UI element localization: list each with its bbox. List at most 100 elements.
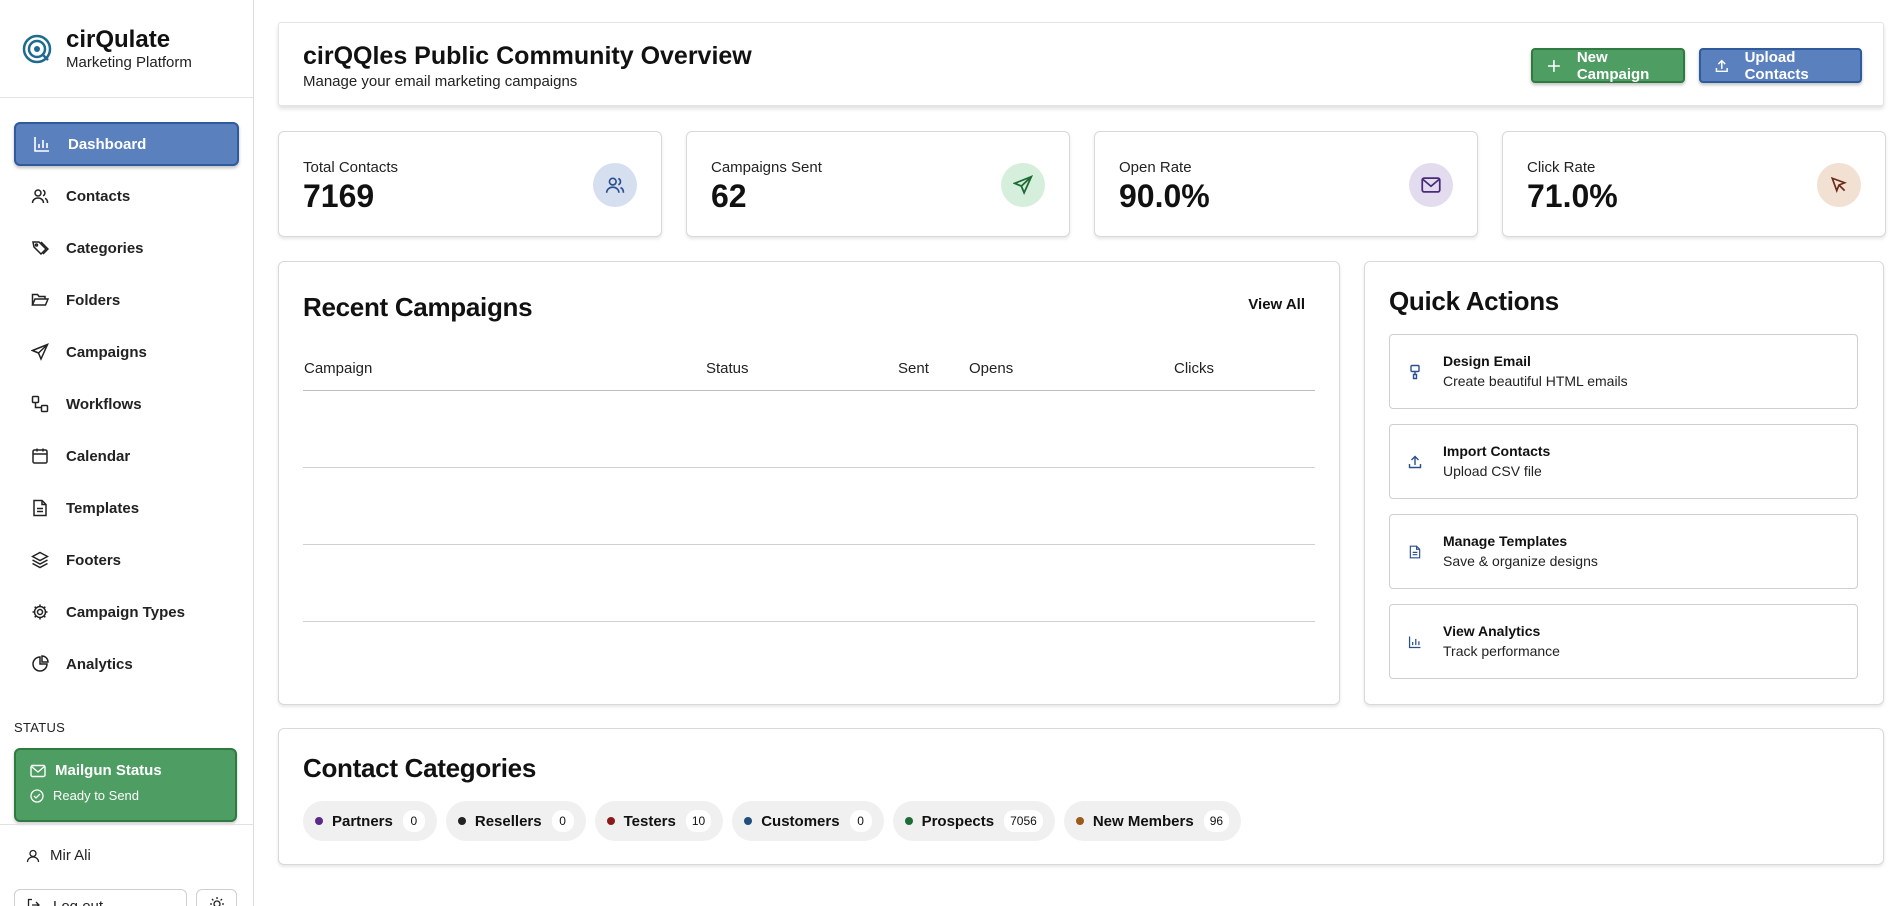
new-campaign-label: New Campaign [1576, 48, 1650, 83]
logout-button[interactable]: Log out [14, 889, 187, 906]
category-dot [1075, 817, 1084, 825]
category-chip-prospects[interactable]: Prospects 7056 [892, 801, 1055, 841]
contact-categories-panel: Contact Categories Partners 0 Resellers … [278, 728, 1884, 865]
contact-categories-title: Contact Categories [303, 753, 536, 783]
category-dot [904, 817, 913, 825]
users-icon [30, 186, 50, 206]
stat-value: 7169 [303, 178, 375, 214]
category-chip-testers[interactable]: Testers 10 [594, 801, 724, 841]
status-title: Mailgun Status [55, 762, 162, 779]
stat-value: 62 [711, 178, 747, 214]
action-title: Design Email [1443, 353, 1531, 369]
logout-icon [27, 898, 40, 906]
category-chip-resellers[interactable]: Resellers 0 [445, 801, 586, 841]
app-root: cirQulate Marketing Platform Dashboard C… [0, 0, 1902, 906]
stat-value: 71.0% [1527, 178, 1618, 214]
column-header-sent[interactable]: Sent [898, 360, 929, 377]
sidebar-nav: Dashboard Contacts Categories Folders Ca… [0, 98, 253, 686]
category-dot [457, 817, 466, 825]
table-row [303, 544, 1315, 545]
brand-name: cirQulate [66, 25, 171, 53]
bar-chart-icon [1406, 633, 1424, 651]
sidebar-item-label: Analytics [66, 655, 133, 673]
category-count: 0 [551, 810, 574, 832]
mail-icon [1409, 163, 1453, 207]
sidebar-item-label: Footers [66, 551, 122, 569]
sidebar: cirQulate Marketing Platform Dashboard C… [0, 0, 254, 906]
action-title: Manage Templates [1443, 533, 1568, 549]
folder-open-icon [30, 290, 50, 310]
sidebar-item-campaigns[interactable]: Campaigns [14, 330, 239, 374]
manage-templates-action[interactable]: Manage Templates Save & organize designs [1389, 514, 1858, 589]
upload-icon [1715, 59, 1728, 72]
bar-chart-icon [32, 134, 52, 154]
check-circle-icon [30, 788, 44, 803]
sidebar-item-analytics[interactable]: Analytics [14, 642, 239, 686]
category-label: Partners [332, 812, 393, 830]
sidebar-item-workflows[interactable]: Workflows [14, 382, 239, 426]
user-icon [26, 849, 40, 862]
sidebar-item-label: Contacts [66, 187, 131, 205]
table-header-divider [303, 390, 1315, 391]
send-icon [30, 342, 50, 362]
sidebar-item-dashboard[interactable]: Dashboard [14, 122, 239, 166]
mailgun-status-card: Mailgun Status Ready to Send [14, 748, 237, 822]
sidebar-item-footers[interactable]: Footers [14, 538, 239, 582]
category-chip-partners[interactable]: Partners 0 [303, 801, 437, 841]
category-chip-customers[interactable]: Customers 0 [732, 801, 884, 841]
category-count: 10 [685, 810, 712, 832]
user-info: Mir Ali [0, 825, 254, 864]
sidebar-item-label: Dashboard [68, 135, 147, 153]
status-text: Ready to Send [53, 788, 140, 803]
design-email-action[interactable]: Design Email Create beautiful HTML email… [1389, 334, 1858, 409]
users-icon [593, 163, 637, 207]
category-label: Resellers [474, 812, 542, 830]
recent-campaigns-title: Recent Campaigns [303, 292, 533, 322]
view-analytics-action[interactable]: View Analytics Track performance [1389, 604, 1858, 679]
action-title: View Analytics [1443, 623, 1541, 639]
stat-value: 90.0% [1119, 178, 1210, 214]
stat-card-campaigns-sent: Campaigns Sent 62 [686, 131, 1070, 237]
upload-contacts-label: Upload Contacts [1744, 48, 1809, 83]
sidebar-item-templates[interactable]: Templates [14, 486, 239, 530]
sidebar-item-folders[interactable]: Folders [14, 278, 239, 322]
stat-card-open-rate: Open Rate 90.0% [1094, 131, 1478, 237]
import-contacts-action[interactable]: Import Contacts Upload CSV file [1389, 424, 1858, 499]
sidebar-item-categories[interactable]: Categories [14, 226, 239, 270]
theme-toggle-button[interactable] [196, 889, 237, 906]
sidebar-item-label: Campaigns [66, 343, 147, 361]
new-campaign-button[interactable]: New Campaign [1531, 48, 1685, 83]
pie-chart-icon [30, 654, 50, 674]
sidebar-item-label: Workflows [66, 395, 142, 413]
sun-icon [209, 897, 224, 906]
sidebar-item-calendar[interactable]: Calendar [14, 434, 239, 478]
sidebar-item-contacts[interactable]: Contacts [14, 174, 239, 218]
category-count: 0 [849, 810, 872, 832]
gear-icon [30, 602, 50, 622]
category-count: 7056 [1004, 810, 1043, 832]
column-header-clicks[interactable]: Clicks [1174, 360, 1214, 377]
table-row [303, 621, 1315, 622]
mail-icon [30, 764, 46, 777]
column-header-status[interactable]: Status [706, 360, 749, 377]
brand-subtitle: Marketing Platform [66, 53, 192, 71]
column-header-campaign[interactable]: Campaign [304, 360, 372, 377]
sidebar-item-campaign-types[interactable]: Campaign Types [14, 590, 239, 634]
page-title: cirQQles Public Community Overview [303, 42, 752, 70]
category-chip-new-members[interactable]: New Members 96 [1063, 801, 1242, 841]
upload-contacts-button[interactable]: Upload Contacts [1699, 48, 1862, 83]
send-icon [1001, 163, 1045, 207]
brand: cirQulate Marketing Platform [0, 0, 253, 98]
category-label: Testers [623, 812, 676, 830]
stat-card-click-rate: Click Rate 71.0% [1502, 131, 1886, 237]
category-dot [744, 817, 753, 825]
view-all-link[interactable]: View All [1248, 296, 1305, 313]
logout-label: Log out [53, 898, 103, 906]
page-subtitle: Manage your email marketing campaigns [303, 73, 578, 90]
tags-icon [30, 238, 50, 258]
recent-campaigns-panel: Recent Campaigns View All Campaign Statu… [278, 261, 1340, 705]
column-header-opens[interactable]: Opens [969, 360, 1013, 377]
status-title-row: Mailgun Status [30, 762, 221, 779]
brand-logo-icon [22, 34, 52, 63]
sidebar-item-label: Categories [66, 239, 144, 257]
